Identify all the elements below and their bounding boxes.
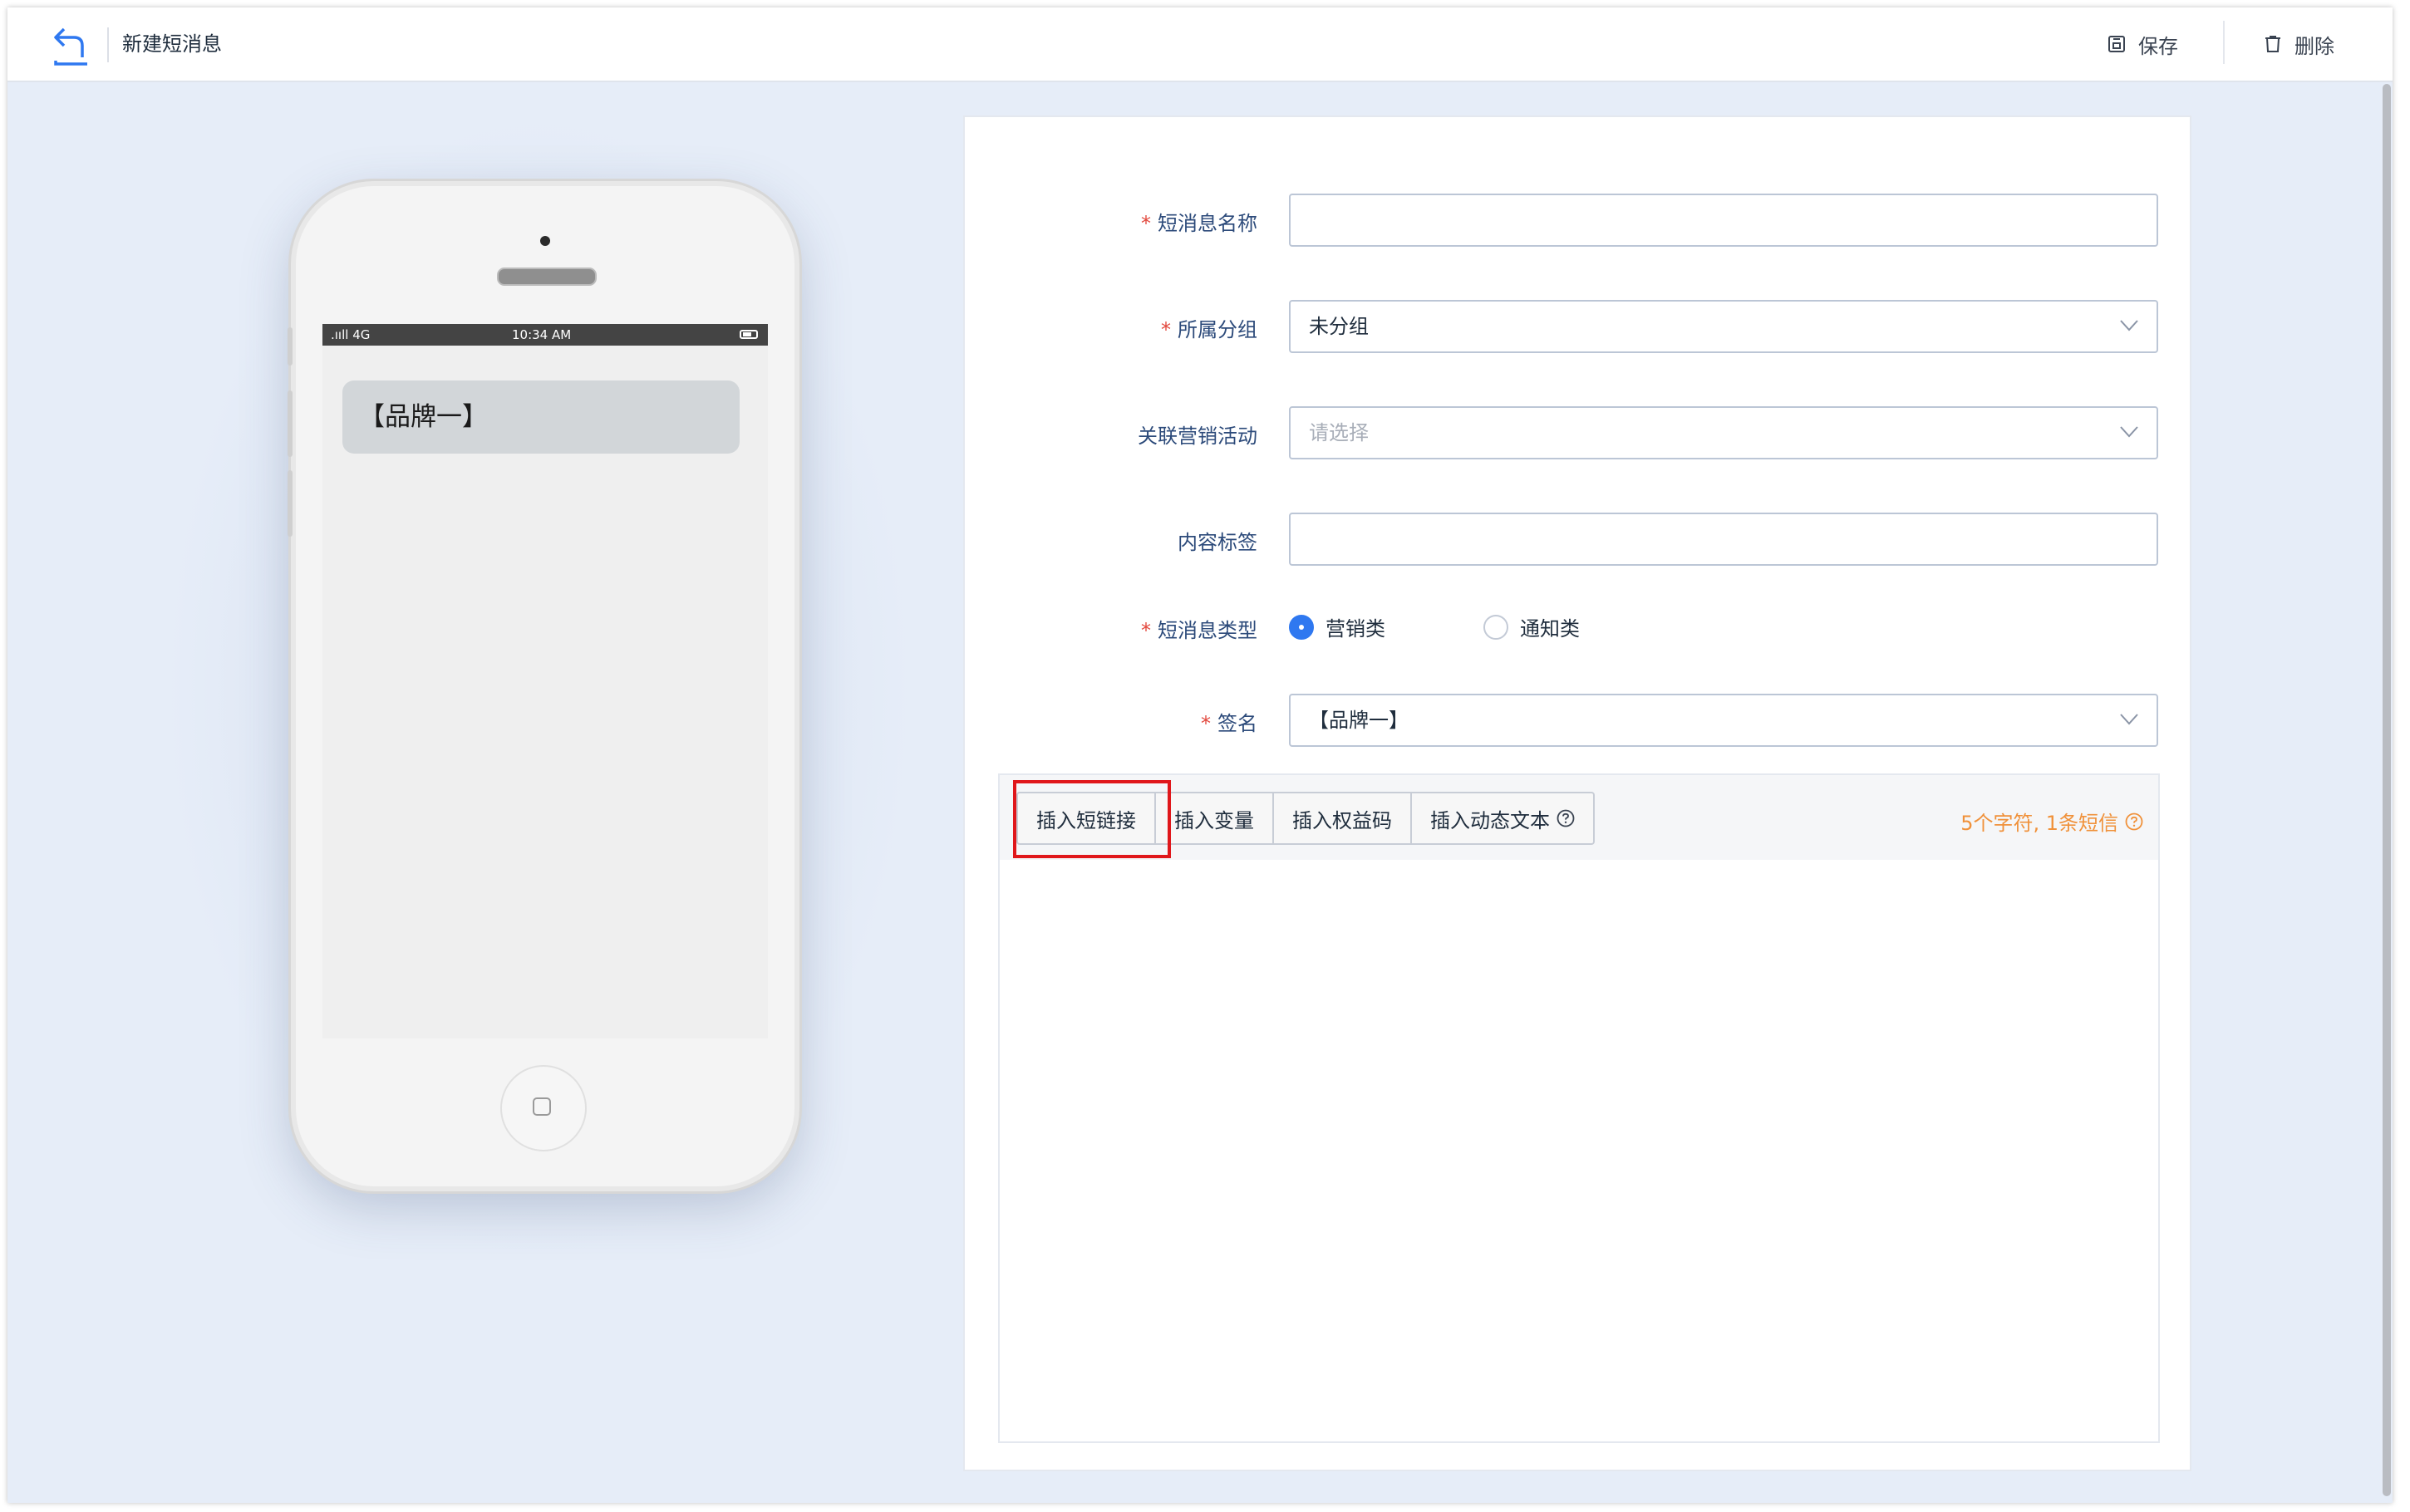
header-separator <box>2223 21 2225 64</box>
insert-variable-button[interactable]: 插入变量 <box>1154 793 1272 843</box>
campaign-select-placeholder: 请选择 <box>1309 421 1369 444</box>
app-window: 新建短消息 保存 删除 .ııll 4G 10:34 AM 【品牌一】 * 短消… <box>7 7 2393 1503</box>
sms-form: * 短消息名称 * 所属分组 未分组 关联营销活动 请选择 内容标签 * 短消息… <box>963 115 2191 1471</box>
status-time: 10:34 AM <box>512 327 572 342</box>
chevron-down-icon <box>2120 320 2138 331</box>
header-divider <box>107 27 109 62</box>
phone-mute-switch <box>288 327 293 366</box>
name-label: * 短消息名称 <box>1141 212 1257 235</box>
chevron-down-icon <box>2120 426 2138 438</box>
radio-notification[interactable]: 通知类 <box>1483 612 1580 641</box>
help-icon[interactable] <box>1557 809 1575 827</box>
save-button[interactable]: 保存 <box>2107 26 2178 62</box>
home-square-icon <box>533 1097 551 1116</box>
save-label: 保存 <box>2138 34 2178 58</box>
content-editor: 插入短链接 插入变量 插入权益码 插入动态文本 5个字符, 1条短信 <box>998 773 2160 1443</box>
insert-benefit-code-button[interactable]: 插入权益码 <box>1272 793 1410 843</box>
insert-dynamic-text-button[interactable]: 插入动态文本 <box>1410 793 1593 843</box>
phone-camera <box>540 236 550 246</box>
sms-bubble: 【品牌一】 <box>342 380 740 454</box>
radio-notification-label: 通知类 <box>1520 617 1580 641</box>
char-counter: 5个字符, 1条短信 <box>1960 807 2143 836</box>
type-radio-group: 营销类 通知类 <box>1289 612 1678 641</box>
group-select[interactable]: 未分组 <box>1289 300 2158 353</box>
top-bar: 新建短消息 保存 删除 <box>7 7 2393 82</box>
signal-indicator: .ııll 4G <box>331 327 371 342</box>
type-label: * 短消息类型 <box>1141 619 1257 642</box>
radio-unchecked-icon[interactable] <box>1483 614 1508 640</box>
radio-marketing[interactable]: 营销类 <box>1289 612 1385 641</box>
content-tag-input[interactable] <box>1289 513 2158 566</box>
phone-home-button <box>500 1065 587 1151</box>
editor-textarea[interactable] <box>1000 860 2158 1441</box>
editor-toolbar: 插入短链接 插入变量 插入权益码 插入动态文本 5个字符, 1条短信 <box>1000 775 2158 860</box>
page-title: 新建短消息 <box>122 32 222 56</box>
phone-preview: .ııll 4G 10:34 AM 【品牌一】 <box>288 181 799 1191</box>
sms-preview-text: 【品牌一】 <box>359 402 488 432</box>
trash-icon <box>2265 36 2280 52</box>
insert-short-link-button[interactable]: 插入短链接 <box>1018 793 1154 843</box>
radio-marketing-label: 营销类 <box>1326 617 1385 641</box>
vertical-scrollbar[interactable] <box>2383 84 2391 1496</box>
back-icon[interactable] <box>46 21 94 67</box>
campaign-label: 关联营销活动 <box>1138 425 1257 448</box>
group-select-value: 未分组 <box>1309 315 1369 338</box>
battery-icon <box>740 330 758 339</box>
phone-speaker <box>497 268 597 286</box>
chevron-down-icon <box>2120 714 2138 725</box>
tag-label: 内容标签 <box>1178 531 1257 554</box>
delete-label: 删除 <box>2294 34 2334 58</box>
phone-screen: .ııll 4G 10:34 AM 【品牌一】 <box>322 324 768 1038</box>
phone-volume-down <box>288 470 293 537</box>
help-icon[interactable] <box>2125 812 2143 831</box>
insert-button-group: 插入短链接 插入变量 插入权益码 插入动态文本 <box>1016 792 1595 845</box>
delete-button[interactable]: 删除 <box>2263 26 2334 62</box>
signature-select-value: 【品牌一】 <box>1309 709 1409 732</box>
save-icon <box>2108 36 2125 52</box>
campaign-select[interactable]: 请选择 <box>1289 406 2158 459</box>
phone-volume-up <box>288 390 293 457</box>
group-label: * 所属分组 <box>1161 318 1257 341</box>
signature-select[interactable]: 【品牌一】 <box>1289 694 2158 747</box>
sms-name-input[interactable] <box>1289 194 2158 247</box>
phone-status-bar: .ııll 4G 10:34 AM <box>322 324 768 346</box>
radio-checked-icon[interactable] <box>1289 614 1314 640</box>
signature-label: * 签名 <box>1201 712 1257 735</box>
